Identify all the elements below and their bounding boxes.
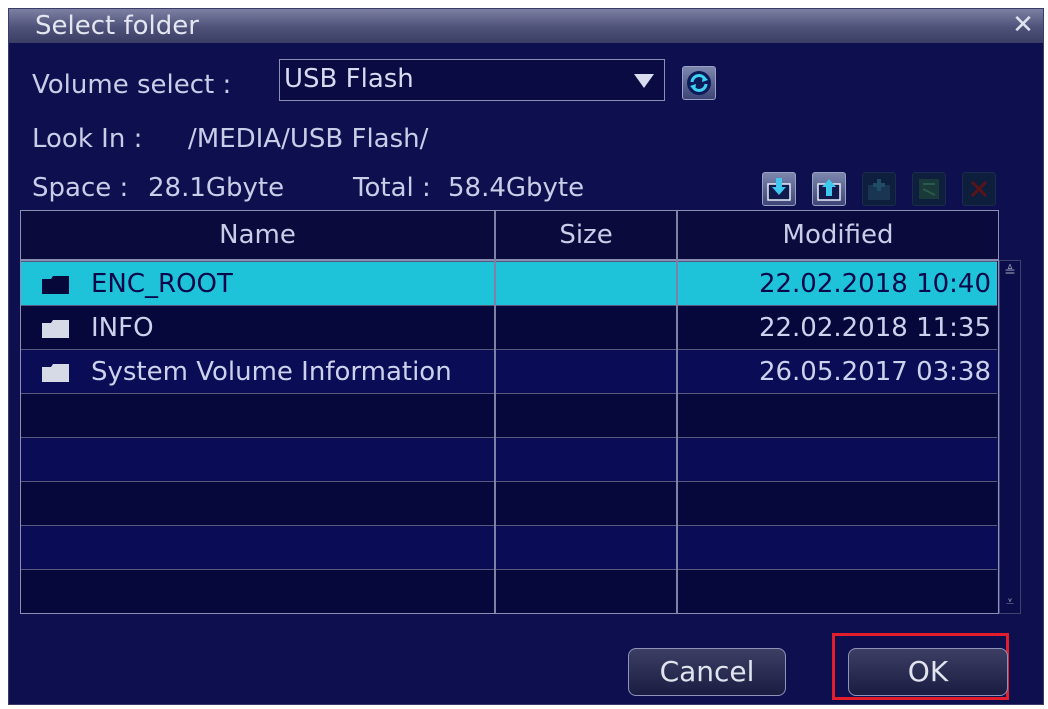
row-size — [501, 306, 671, 350]
volume-select-value: USB Flash — [284, 64, 414, 94]
title-bar: Select folder ✕ — [9, 9, 1043, 43]
folder-icon — [42, 276, 69, 294]
import-folder-button[interactable] — [762, 172, 796, 206]
volume-select-label: Volume select : — [32, 70, 232, 100]
scroll-up-icon[interactable]: ≜ — [1001, 263, 1019, 281]
rename-button[interactable] — [912, 172, 946, 206]
folder-icon — [42, 364, 69, 382]
table-row-empty — [21, 569, 997, 613]
import-folder-icon — [767, 178, 791, 201]
volume-select-dropdown[interactable]: USB Flash — [279, 59, 665, 101]
refresh-button[interactable] — [682, 66, 716, 100]
column-header-modified[interactable]: Modified — [678, 211, 998, 259]
look-in-path: /MEDIA/USB Flash/ — [188, 124, 429, 154]
delete-button[interactable] — [962, 172, 996, 206]
table-row[interactable]: INFO 22.02.2018 11:35 — [21, 305, 997, 349]
upload-folder-icon — [817, 179, 841, 201]
refresh-icon — [687, 71, 711, 95]
new-folder-icon — [868, 179, 890, 200]
table-header: Name Size Modified — [21, 211, 998, 261]
space-label: Space : — [32, 173, 129, 203]
table-row-empty — [21, 525, 997, 569]
column-divider — [676, 211, 678, 613]
row-modified: 26.05.2017 03:38 — [758, 357, 991, 387]
column-divider — [494, 211, 496, 613]
space-value: 28.1Gbyte — [148, 173, 285, 203]
upload-folder-button[interactable] — [812, 172, 846, 206]
look-in-label: Look In : — [32, 124, 143, 154]
ok-button[interactable]: OK — [848, 648, 1008, 696]
row-size — [501, 350, 671, 394]
scroll-down-icon[interactable]: ⩡ — [1001, 593, 1019, 611]
table-row-empty — [21, 393, 997, 437]
vertical-scrollbar[interactable]: ≜ ⩡ — [999, 260, 1021, 614]
folder-icon — [42, 320, 69, 338]
row-modified: 22.02.2018 11:35 — [758, 313, 991, 343]
file-table: Name Size Modified ENC_ROOT 22.02.2018 1… — [20, 210, 999, 614]
row-name: ENC_ROOT — [91, 269, 233, 299]
table-row[interactable]: System Volume Information 26.05.2017 03:… — [21, 349, 997, 393]
total-value: 58.4Gbyte — [448, 173, 585, 203]
row-name: INFO — [91, 313, 154, 343]
dropdown-arrow-icon — [634, 74, 654, 88]
delete-icon — [970, 180, 988, 198]
close-icon[interactable]: ✕ — [1009, 11, 1037, 39]
row-modified: 22.02.2018 10:40 — [758, 269, 991, 299]
table-row-empty — [21, 481, 997, 525]
rename-icon — [919, 179, 939, 199]
new-folder-button[interactable] — [862, 172, 896, 206]
column-header-size[interactable]: Size — [496, 211, 676, 259]
cancel-button[interactable]: Cancel — [628, 648, 786, 696]
dialog-title: Select folder — [35, 11, 199, 41]
table-row[interactable]: ENC_ROOT 22.02.2018 10:40 — [21, 261, 997, 305]
total-label: Total : — [353, 173, 431, 203]
table-row-empty — [21, 437, 997, 481]
column-header-name[interactable]: Name — [21, 211, 494, 259]
row-size — [501, 262, 671, 306]
row-name: System Volume Information — [91, 357, 452, 387]
